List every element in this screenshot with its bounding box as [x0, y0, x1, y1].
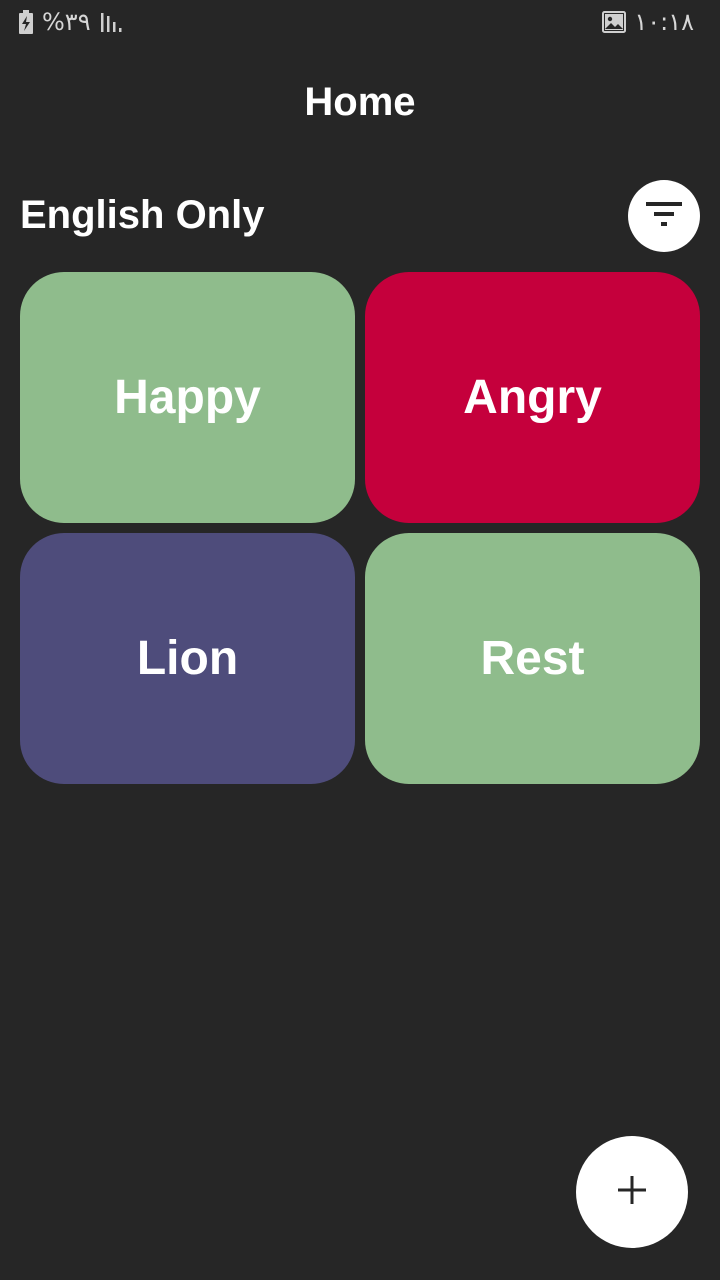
tile-happy[interactable]: Happy — [20, 272, 355, 523]
tile-label: Rest — [480, 632, 585, 685]
filter-button[interactable] — [628, 180, 700, 252]
clock: ۱۰:۱۸ — [634, 8, 694, 36]
tile-rest[interactable]: Rest — [365, 533, 700, 784]
tile-lion[interactable]: Lion — [20, 533, 355, 784]
tile-grid: Happy Angry Lion Rest — [20, 272, 700, 784]
add-button[interactable] — [576, 1136, 688, 1248]
status-bar: %۳۹ ۱۰:۱۸ — [0, 0, 720, 48]
section-title: English Only — [20, 193, 265, 237]
filter-icon — [646, 200, 682, 233]
battery-charging-icon — [18, 10, 34, 34]
screen: %۳۹ ۱۰:۱۸ Home English Only Happy Angry … — [0, 0, 720, 1280]
tile-label: Lion — [136, 632, 239, 685]
image-icon — [602, 11, 627, 33]
signal-icon — [99, 10, 125, 34]
page-title: Home — [304, 80, 416, 124]
battery-percentage: %۳۹ — [42, 8, 91, 36]
status-left: %۳۹ — [18, 10, 125, 34]
status-right: ۱۰:۱۸ — [602, 10, 694, 34]
tile-label: Angry — [463, 371, 602, 424]
tile-label: Happy — [114, 371, 261, 424]
plus-icon — [616, 1174, 648, 1211]
tile-angry[interactable]: Angry — [365, 272, 700, 523]
